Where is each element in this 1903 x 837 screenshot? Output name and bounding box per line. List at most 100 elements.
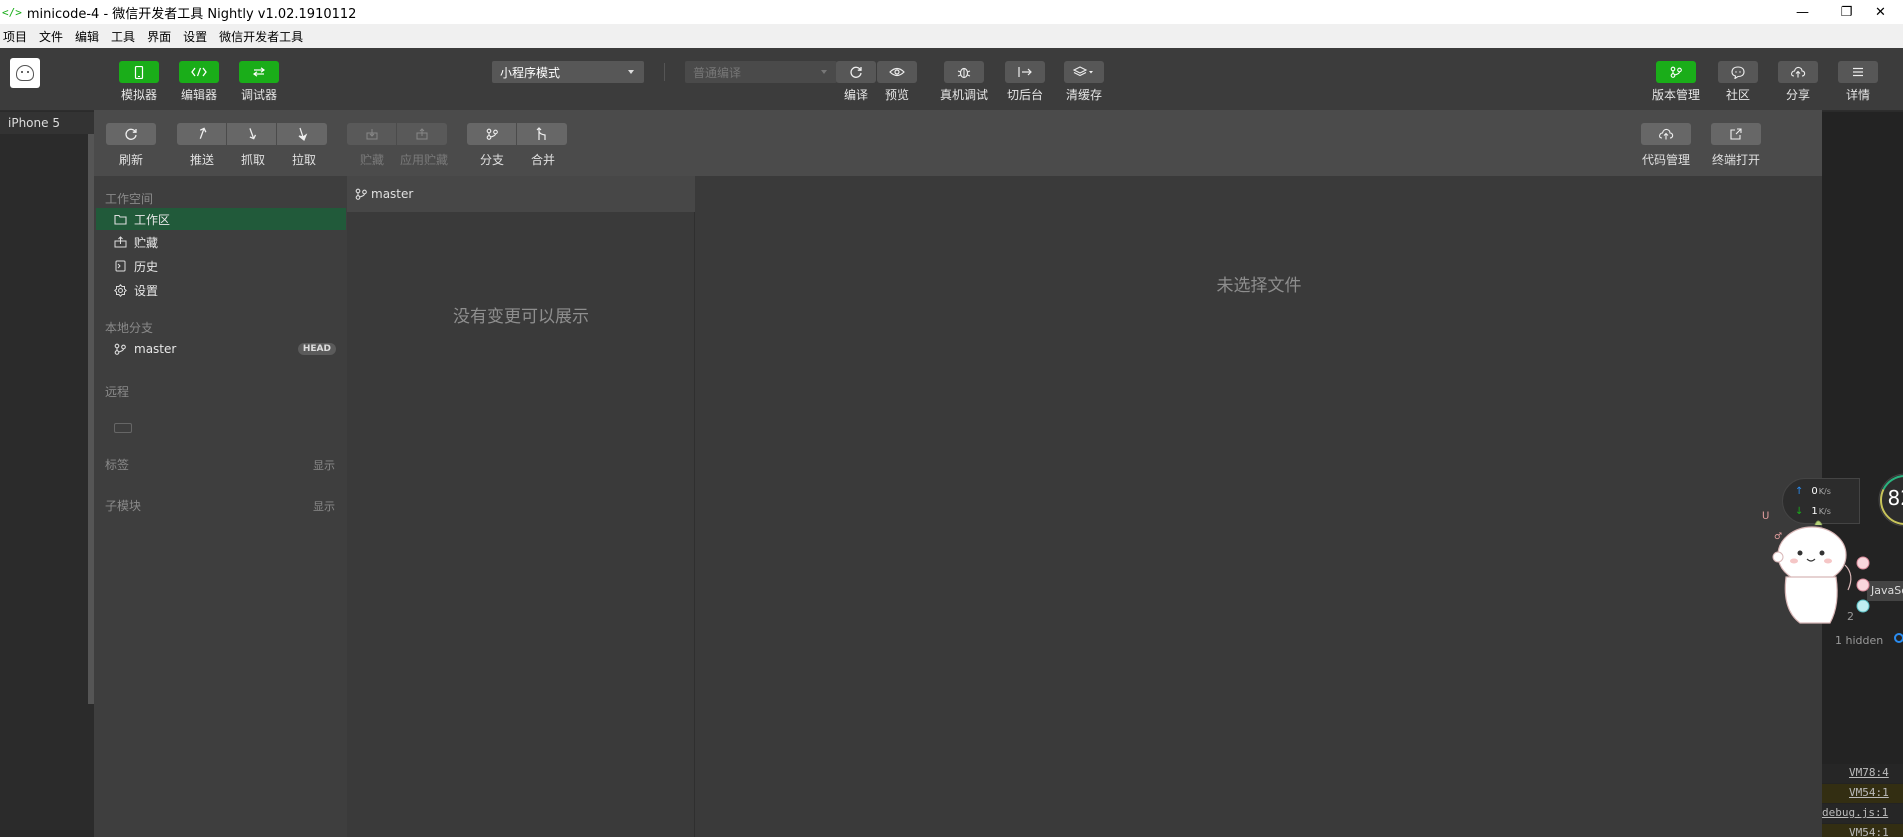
share-label: 分享 [1785, 88, 1810, 102]
mode-select-value: 小程序模式 [500, 65, 561, 80]
restore-icon: ❐ [1840, 4, 1853, 20]
menu-wechat-devtools[interactable]: 微信开发者工具 [219, 28, 303, 45]
branch-icon [1656, 61, 1696, 83]
refresh-button[interactable] [106, 123, 156, 145]
menu-edit[interactable]: 编辑 [75, 28, 99, 45]
gear-icon[interactable] [1893, 632, 1903, 644]
simulator-button[interactable]: 模拟器 [119, 61, 159, 103]
background-button[interactable]: 切后台 [1005, 61, 1045, 103]
preview-button[interactable]: 预览 [877, 61, 917, 103]
sidebar-item-workspace[interactable]: 工作区 [96, 208, 346, 230]
submodule-show-link[interactable]: 显示 [313, 498, 335, 514]
remote-placeholder-icon [114, 423, 132, 433]
clear-cache-button[interactable]: 清缓存 [1064, 61, 1104, 103]
folder-icon [112, 214, 128, 225]
source-link[interactable]: VM54:1 [1849, 786, 1889, 799]
device-name: iPhone 5 [8, 116, 60, 130]
sidebar-item-settings[interactable]: 设置 [96, 279, 346, 301]
refresh-group [106, 123, 156, 145]
avatar[interactable] [10, 58, 40, 88]
menu-tools[interactable]: 工具 [111, 28, 135, 45]
push-icon [199, 127, 206, 139]
merge-button[interactable] [517, 123, 567, 145]
remote-header: 远程 [105, 385, 130, 399]
code-management-button[interactable] [1641, 123, 1691, 145]
app-logo-icon: </> [2, 5, 22, 19]
sidebar-item-label: 工作区 [134, 212, 171, 227]
menu-project[interactable]: 项目 [3, 28, 27, 45]
stash-button[interactable] [347, 123, 397, 145]
svg-text:♂: ♂ [1774, 532, 1782, 542]
tags-show-link[interactable]: 显示 [313, 457, 335, 473]
editor-button[interactable]: 编辑器 [179, 61, 219, 103]
branch-icon [355, 188, 367, 200]
sidebar-item-stash[interactable]: 贮藏 [96, 231, 346, 253]
close-button[interactable]: ✕ [1858, 0, 1903, 24]
device-select[interactable]: iPhone 5 [0, 112, 100, 134]
terminal-open-button[interactable] [1711, 123, 1761, 145]
debugger-button[interactable]: 调试器 [239, 61, 279, 103]
minimize-button[interactable]: — [1780, 0, 1825, 24]
cloud-upload-icon [1658, 128, 1674, 140]
branch-item-master[interactable]: master HEAD [96, 338, 346, 360]
push-button[interactable] [177, 123, 227, 145]
mascot-character-icon[interactable]: ᑌ ♂ [1760, 505, 1880, 630]
pull-label: 拉取 [291, 153, 316, 167]
code-icon [179, 61, 219, 83]
push-label: 推送 [189, 153, 214, 167]
terminal-group [1711, 123, 1761, 145]
compile-mode-select[interactable]: 普通编译 [685, 61, 837, 83]
refresh-icon [836, 61, 876, 83]
gear-icon [112, 283, 128, 297]
no-changes-message: 没有变更可以展示 [453, 307, 589, 327]
current-branch-label: master [371, 187, 414, 201]
editor-label: 编辑器 [180, 88, 217, 102]
source-link[interactable]: VM78:4 [1849, 766, 1889, 779]
menu-settings[interactable]: 设置 [183, 28, 207, 45]
branch-button[interactable] [467, 123, 517, 145]
close-icon: ✕ [1875, 4, 1886, 20]
version-management-button[interactable]: 版本管理 [1652, 61, 1700, 103]
remote-debug-label: 真机调试 [940, 88, 989, 102]
source-link[interactable]: debug.js:1 [1822, 806, 1888, 819]
upload-speed: 0 [1811, 486, 1818, 497]
community-button[interactable]: 社区 [1718, 61, 1758, 103]
compile-label: 编译 [843, 88, 868, 102]
apply-stash-icon [416, 128, 428, 140]
refresh-label: 刷新 [118, 153, 143, 167]
details-button[interactable]: 详情 [1838, 61, 1878, 103]
changes-panel-header: master [347, 176, 695, 212]
mode-select[interactable]: 小程序模式 [492, 61, 644, 83]
pull-button[interactable] [277, 123, 327, 145]
git-sidebar: 工作空间 工作区 贮藏 历史 设置 本地分支 master HEAD 远程 标签… [94, 176, 347, 837]
minimize-icon: — [1796, 4, 1809, 20]
details-label: 详情 [1845, 88, 1870, 102]
menu-bar: 项目 文件 编辑 工具 界面 设置 微信开发者工具 [0, 24, 1903, 48]
branch-group [467, 123, 567, 145]
fetch-button[interactable] [227, 123, 277, 145]
changes-panel: master 没有变更可以展示 [347, 176, 695, 837]
phone-icon [119, 61, 159, 83]
clear-cache-label: 清缓存 [1065, 88, 1102, 102]
apply-stash-button[interactable] [397, 123, 447, 145]
menu-view[interactable]: 界面 [147, 28, 171, 45]
workspace-header: 工作空间 [105, 192, 154, 206]
upload-speed-unit: K/s [1818, 487, 1831, 496]
sidebar-item-history[interactable]: 历史 [96, 255, 346, 277]
branch-icon [112, 343, 128, 355]
share-button[interactable]: 分享 [1778, 61, 1818, 103]
eye-icon [877, 61, 917, 83]
external-link-icon [1730, 128, 1742, 140]
refresh-icon [125, 128, 137, 140]
chat-icon [1718, 61, 1758, 83]
chevron-down-icon [628, 70, 634, 74]
menu-file[interactable]: 文件 [39, 28, 63, 45]
source-link[interactable]: VM54:1 [1849, 826, 1889, 837]
head-badge: HEAD [297, 343, 336, 355]
remote-debug-button[interactable]: 真机调试 [940, 61, 988, 103]
sidebar-item-label: 历史 [134, 259, 159, 274]
svg-text:ᑌ: ᑌ [1762, 511, 1769, 522]
memory-gauge[interactable]: 82% [1877, 472, 1903, 528]
sidebar-item-label: 设置 [134, 283, 159, 298]
compile-button[interactable]: 编译 [836, 61, 876, 103]
